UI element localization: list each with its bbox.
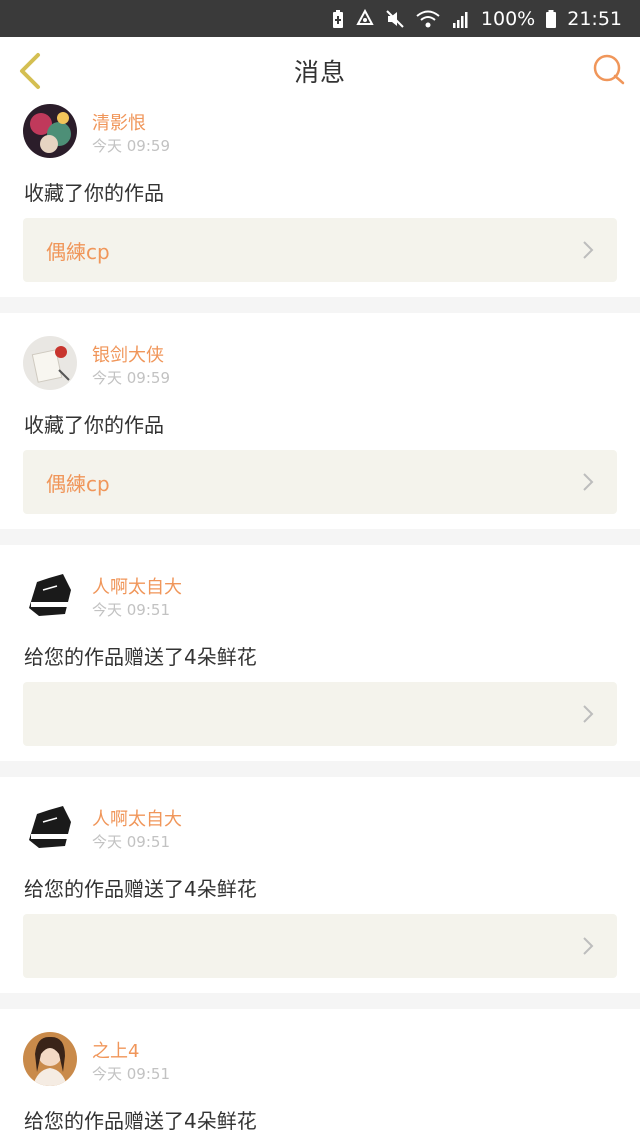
- work-title: 偶練cp: [46, 239, 110, 264]
- message-text: 给您的作品赠送了4朵鲜花: [24, 645, 257, 669]
- work-link[interactable]: [23, 682, 617, 746]
- work-link[interactable]: 偶練cp: [23, 450, 617, 514]
- username[interactable]: 清影恨: [92, 109, 146, 135]
- timestamp: 今天 09:51: [92, 833, 170, 851]
- list-item[interactable]: 人啊太自大 今天 09:51 给您的作品赠送了4朵鲜花: [0, 777, 640, 993]
- avatar[interactable]: [23, 800, 77, 854]
- username[interactable]: 人啊太自大: [92, 573, 182, 599]
- chevron-right-icon: [581, 240, 595, 260]
- message-text: 收藏了你的作品: [24, 181, 164, 205]
- status-bar: 100% 21:51: [0, 0, 640, 37]
- timestamp: 今天 09:59: [92, 369, 170, 387]
- work-title: 偶練cp: [46, 471, 110, 496]
- work-link[interactable]: [23, 914, 617, 978]
- recycle-icon: [355, 8, 375, 29]
- username[interactable]: 人啊太自大: [92, 805, 182, 831]
- page-title: 消息: [293, 57, 346, 87]
- timestamp: 今天 09:59: [92, 137, 170, 155]
- wifi-icon: [415, 9, 441, 29]
- message-text: 给您的作品赠送了4朵鲜花: [24, 1109, 257, 1133]
- message-text: 给您的作品赠送了4朵鲜花: [24, 877, 257, 901]
- username[interactable]: 银剑大侠: [92, 341, 164, 367]
- timestamp: 今天 09:51: [92, 601, 170, 619]
- battery-icon: [545, 9, 557, 29]
- signal-icon: [451, 9, 471, 29]
- battery-saver-icon: [331, 9, 345, 29]
- avatar[interactable]: [23, 568, 77, 622]
- avatar[interactable]: [23, 336, 77, 390]
- list-item[interactable]: 人啊太自大 今天 09:51 给您的作品赠送了4朵鲜花: [0, 545, 640, 761]
- chevron-right-icon: [581, 936, 595, 956]
- avatar[interactable]: [23, 1032, 77, 1086]
- message-text: 收藏了你的作品: [24, 413, 164, 437]
- mute-icon: [385, 9, 405, 29]
- list-item[interactable]: 之上4 今天 09:51 给您的作品赠送了4朵鲜花: [0, 1009, 640, 1138]
- status-time: 21:51: [567, 7, 622, 30]
- chevron-left-icon[interactable]: [12, 51, 48, 91]
- search-icon[interactable]: [592, 53, 626, 87]
- list-item[interactable]: 清影恨 今天 09:59 收藏了你的作品 偶練cp: [0, 95, 640, 297]
- avatar[interactable]: [23, 104, 77, 158]
- battery-percent: 100%: [480, 7, 536, 30]
- list-item[interactable]: 银剑大侠 今天 09:59 收藏了你的作品 偶練cp: [0, 313, 640, 529]
- timestamp: 今天 09:51: [92, 1065, 170, 1083]
- work-link[interactable]: 偶練cp: [23, 218, 617, 282]
- chevron-right-icon: [581, 704, 595, 724]
- username[interactable]: 之上4: [92, 1037, 139, 1063]
- chevron-right-icon: [581, 472, 595, 492]
